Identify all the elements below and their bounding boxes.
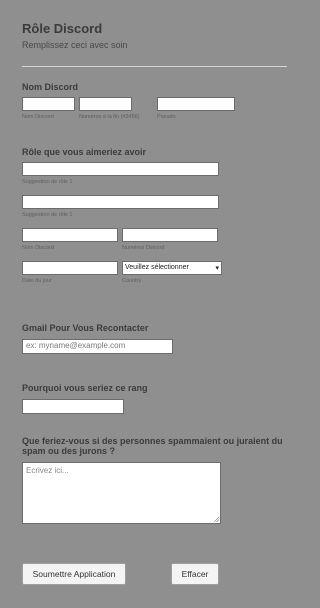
date-sublabel: Date du jour <box>22 278 52 284</box>
date-input[interactable] <box>22 261 118 275</box>
gmail-input[interactable]: ex: myname@example.com <box>22 339 173 354</box>
form-subtitle: Remplissez ceci avec soin <box>22 40 128 50</box>
clear-button[interactable]: Effacer <box>171 563 219 585</box>
chevron-down-icon: ▾ <box>215 265 219 272</box>
spam-textarea[interactable]: Ecrivez ici... <box>22 462 221 524</box>
country-sublabel: Country <box>122 278 142 284</box>
spam-label: Que feriez-vous si des personnes spammai… <box>22 436 283 456</box>
header-divider <box>22 66 287 67</box>
pseudo-sublabel: Pseudo <box>157 114 176 120</box>
role-label: Rôle que vous aimeriez avoir <box>22 147 147 157</box>
role-suggestion-2-input[interactable] <box>22 195 219 209</box>
discord-number-input[interactable] <box>79 97 132 111</box>
resize-grip-icon[interactable] <box>214 517 219 522</box>
pseudo-input[interactable] <box>157 97 235 111</box>
rank-label: Pourquoi vous seriez ce rang <box>22 383 148 393</box>
submit-button[interactable]: Soumettre Application <box>22 563 126 585</box>
spam-placeholder: Ecrivez ici... <box>26 466 69 475</box>
rank-input[interactable] <box>22 399 124 414</box>
discord-number-sublabel: Numéros à la fin (#3456) <box>79 114 140 120</box>
gmail-placeholder: ex: myname@example.com <box>26 341 126 350</box>
role-discord-name-sublabel: Nom Discord <box>22 245 54 251</box>
role-suggestion-2-sublabel: Suggestion de rôle 1 <box>22 212 73 218</box>
country-select[interactable]: Veuillez sélectionner ▾ <box>122 261 222 275</box>
role-suggestion-1-sublabel: Suggestion de rôle 1 <box>22 179 73 185</box>
role-discord-number-input[interactable] <box>122 228 218 242</box>
country-select-value: Veuillez sélectionner <box>125 264 189 271</box>
gmail-label: Gmail Pour Vous Recontacter <box>22 323 149 333</box>
role-discord-name-input[interactable] <box>22 228 118 242</box>
discord-name-label: Nom Discord <box>22 82 79 92</box>
role-discord-number-sublabel: Numéros Discord <box>122 245 165 251</box>
discord-name-input[interactable] <box>22 97 75 111</box>
form-title: Rôle Discord <box>22 21 103 36</box>
role-suggestion-1-input[interactable] <box>22 162 219 176</box>
discord-name-sublabel: Nom Discord <box>22 114 54 120</box>
